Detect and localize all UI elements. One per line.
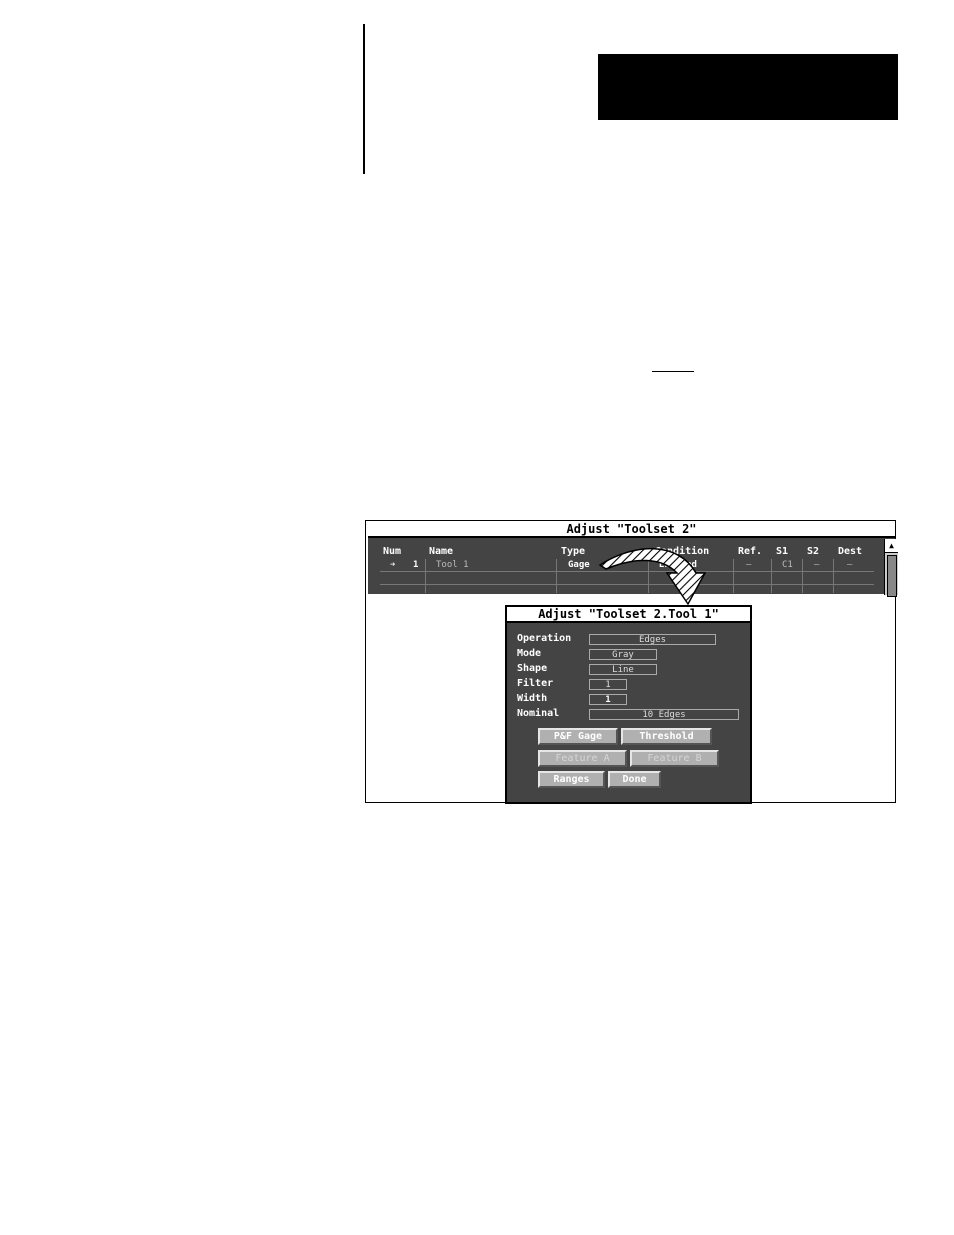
chapter-header-box: [598, 54, 898, 120]
underline-mark: [652, 371, 694, 372]
figure-screenshot: Num Name Type Condition Ref. S1 S2 Dest …: [365, 520, 898, 804]
margin-rule: [363, 24, 365, 174]
hatched-callout-arrow-icon: [598, 548, 707, 606]
